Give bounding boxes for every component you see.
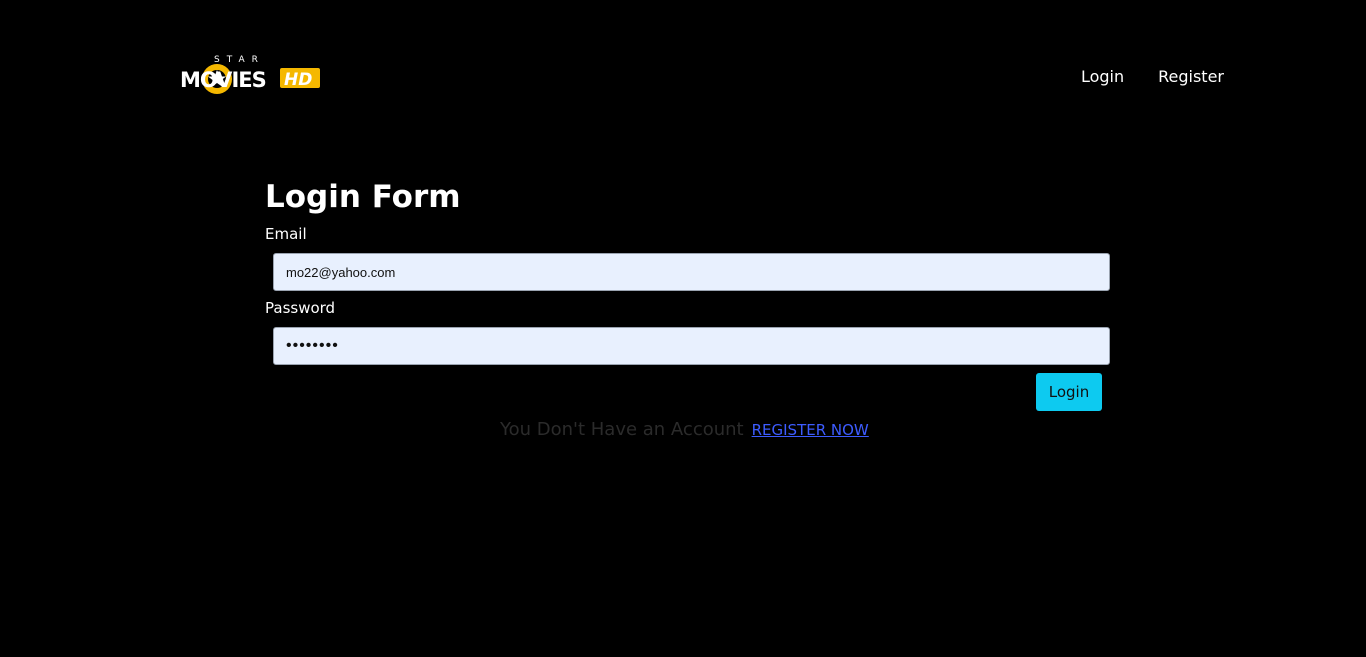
- login-button[interactable]: Login: [1036, 373, 1102, 411]
- password-field[interactable]: [273, 327, 1110, 365]
- register-prompt: You Don't Have an Account REGISTER NOW: [500, 418, 869, 442]
- register-now-link[interactable]: REGISTER NOW: [752, 421, 869, 439]
- email-label: Email: [265, 225, 307, 243]
- page: STAR MOVIES HD Login Register Login Form…: [0, 0, 1366, 657]
- logo-top-text: STAR: [214, 55, 265, 65]
- nav-login-link[interactable]: Login: [1081, 67, 1124, 87]
- logo-graphic: STAR MOVIES HD: [180, 55, 320, 94]
- email-field[interactable]: [273, 253, 1110, 291]
- top-nav: Login Register: [1081, 67, 1224, 87]
- star-movies-hd-logo[interactable]: STAR MOVIES HD: [180, 52, 322, 98]
- password-label: Password: [265, 299, 336, 317]
- logo-badge-text: HD: [284, 70, 312, 90]
- button-row: Login: [265, 373, 1110, 411]
- form-title: Login Form: [265, 179, 461, 215]
- logo-main-text: MOVIES: [180, 68, 266, 92]
- no-account-text: You Don't Have an Account: [500, 419, 744, 440]
- nav-register-link[interactable]: Register: [1158, 67, 1224, 87]
- login-form: Login Form Email Password Login: [265, 178, 1110, 411]
